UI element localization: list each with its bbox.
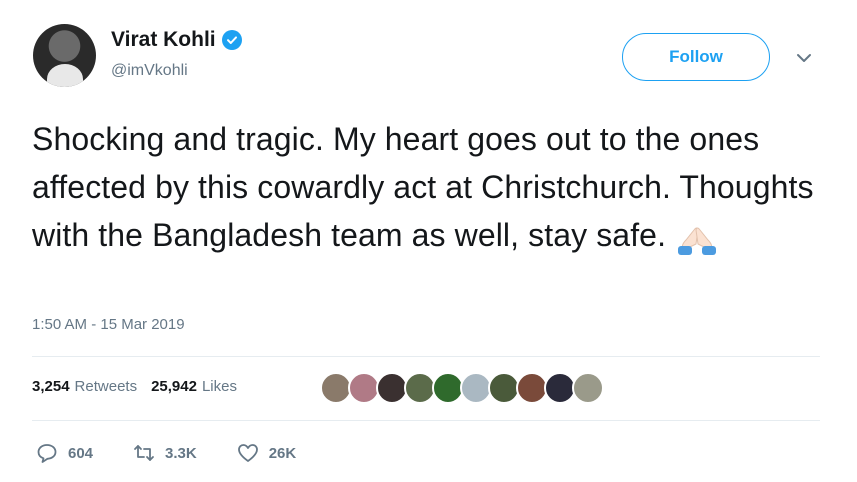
retweets-count: 3,254 <box>32 378 70 395</box>
likes-count: 25,942 <box>151 378 197 395</box>
avatar[interactable] <box>33 24 96 87</box>
tweet-text: Shocking and tragic. My heart goes out t… <box>32 115 832 259</box>
reply-button[interactable]: 604 <box>36 442 93 464</box>
tweet-timestamp[interactable]: 1:50 AM - 15 Mar 2019 <box>32 316 185 333</box>
user-name-row[interactable]: Virat Kohli <box>111 28 242 52</box>
retweets-label: Retweets <box>74 378 138 395</box>
like-button[interactable]: 26K <box>237 442 297 464</box>
chevron-down-icon[interactable] <box>794 48 814 68</box>
liker-avatars <box>320 372 604 404</box>
retweets-stat[interactable]: 3,254 Retweets <box>32 378 137 395</box>
divider <box>32 420 820 421</box>
reply-icon <box>37 444 57 463</box>
tweet-actions: 604 3.3K 26K <box>36 442 336 464</box>
reply-count: 604 <box>68 444 94 462</box>
retweet-button[interactable]: 3.3K <box>133 442 197 464</box>
likes-label: Likes <box>201 378 237 395</box>
folded-hands-emoji <box>672 221 722 255</box>
divider <box>32 356 820 357</box>
follow-button[interactable]: Follow <box>622 33 770 81</box>
heart-icon <box>237 444 258 462</box>
user-handle[interactable]: @imVkohli <box>111 62 188 80</box>
verified-badge-icon <box>221 30 242 50</box>
retweet-icon <box>134 445 154 461</box>
engagement-stats: 3,254 Retweets 25,942 Likes <box>32 378 237 395</box>
retweet-count: 3.3K <box>165 444 197 462</box>
likes-stat[interactable]: 25,942 Likes <box>151 378 237 395</box>
like-count: 26K <box>268 444 297 462</box>
user-name[interactable]: Virat Kohli <box>111 28 216 52</box>
liker-avatar[interactable] <box>572 372 604 404</box>
